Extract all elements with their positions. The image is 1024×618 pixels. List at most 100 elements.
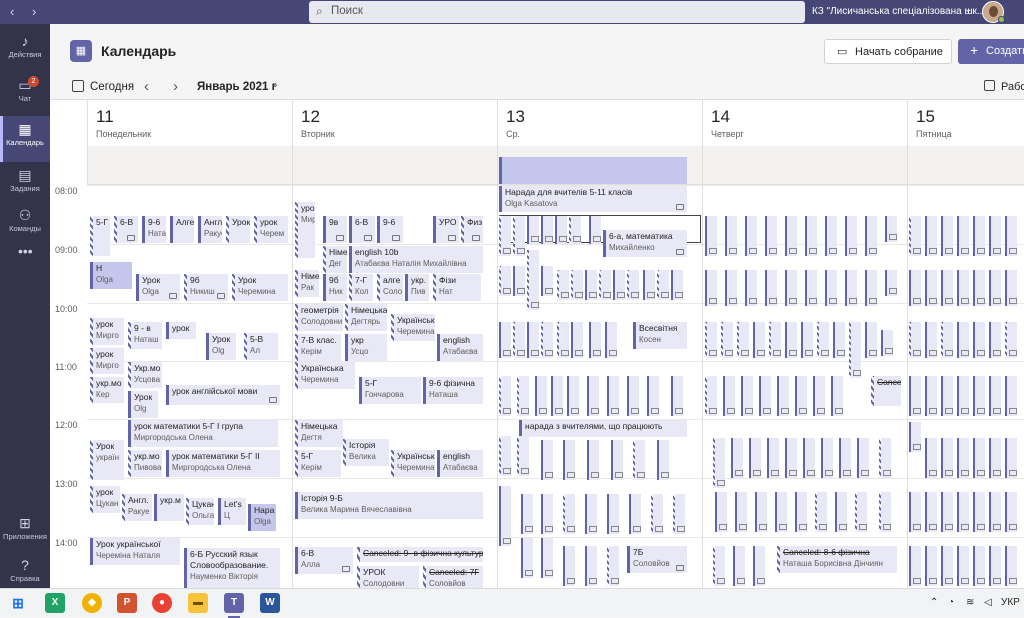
calendar-event[interactable] [835,492,847,532]
calendar-event[interactable]: Історія Велика [343,439,389,466]
file-explorer-icon[interactable]: ▬ [188,593,208,613]
calendar-event[interactable]: Англ. Ракуе [198,216,222,243]
calendar-event[interactable]: english Атабаєва [437,334,483,361]
calendar-event[interactable] [759,376,771,416]
calendar-event[interactable] [973,322,985,358]
calendar-event[interactable] [1005,546,1017,586]
calendar-event[interactable] [821,438,833,478]
calendar-event[interactable] [989,376,1001,416]
calendar-event[interactable] [909,270,921,306]
calendar-event[interactable]: Українська Черемина [295,362,355,389]
calendar-event[interactable] [749,438,761,478]
calendar-event[interactable]: 6-Б Русский язык Словообразование. Науменк… [184,548,280,588]
calendar-event[interactable]: english 10b Атабаєва Наталія Михайлівна [349,246,483,273]
calendar-event[interactable] [1005,216,1017,256]
calendar-event[interactable]: 5-Г Керім [295,450,341,477]
calendar-event[interactable] [805,216,817,256]
calendar-event[interactable]: Нара Olga [248,504,276,531]
calendar-event[interactable] [627,270,639,300]
calendar-event[interactable] [957,216,969,256]
calendar-event[interactable] [541,322,553,358]
calendar-event[interactable]: урок математики 5-Г І група Миргородська … [128,420,278,447]
calendar-event[interactable] [801,322,813,358]
calendar-event[interactable]: 7-В клас. Керім [295,334,341,361]
calendar-event[interactable] [713,546,725,586]
calendar-event[interactable]: Нарада для вчителів 5-11 класів Olga Kasa… [499,186,687,212]
calendar-event[interactable]: алге Соло [377,274,403,301]
calendar-event[interactable] [741,376,753,416]
start-meeting-button[interactable]: ▭ Начать собрание [824,39,952,64]
calendar-event[interactable] [909,492,921,532]
calendar-event[interactable]: Історія 9-Б Велика Марина Вячеславівна [295,492,483,519]
calendar-event[interactable] [521,494,533,534]
calendar-event[interactable] [541,440,553,480]
calendar-event[interactable] [845,216,857,256]
calendar-event[interactable] [989,546,1001,586]
calendar-event[interactable] [957,376,969,416]
calendar-event[interactable] [817,322,829,358]
calendar-event[interactable]: укр Усцо [345,334,387,361]
calendar-event[interactable] [745,216,757,256]
wifi-icon[interactable]: ≋ [966,597,974,608]
calendar-event[interactable] [1005,270,1017,306]
calendar-event[interactable] [941,438,953,478]
calendar-event[interactable] [627,376,639,416]
start-icon[interactable]: ⊞ [8,593,28,613]
calendar-event[interactable]: укр.мо Пивова [128,450,162,477]
calendar-event[interactable]: Canceled: 8-6 фізична Наташа Борисівна Ді… [777,546,897,573]
calendar-event[interactable] [671,376,683,416]
today-button[interactable]: Сегодня [90,81,134,93]
calendar-event[interactable] [805,270,817,306]
calendar-event[interactable]: 9-6 Ната [142,216,166,243]
all-day-cell[interactable] [702,146,907,185]
calendar-event[interactable] [723,376,735,416]
calendar-event[interactable] [777,376,789,416]
calendar-event[interactable] [753,546,765,586]
calendar-event[interactable] [833,322,845,358]
calendar-event[interactable] [909,376,921,416]
calendar-event[interactable] [941,216,953,256]
calendar-event[interactable]: Урок [226,216,250,243]
calendar-event[interactable]: УРО [433,216,459,243]
calendar-event[interactable]: Німецька Дегтярь [345,304,387,331]
calendar-event[interactable] [613,270,625,300]
calendar-event[interactable] [825,270,837,306]
calendar-event[interactable] [587,376,599,416]
next-week-icon[interactable]: › [173,78,178,95]
calendar-event[interactable]: урок Мир [295,202,315,258]
calendar-event[interactable] [541,494,553,534]
calendar-event[interactable] [651,494,663,534]
calendar-event[interactable]: 9в [323,216,347,243]
calendar-event[interactable]: 5-Г фізи [90,216,110,256]
calendar-event[interactable] [925,438,937,478]
calendar-event[interactable]: 9 - в Наташ [128,322,162,349]
calendar-event[interactable] [535,376,547,416]
calendar-event[interactable]: урок [166,322,196,339]
calendar-event[interactable] [563,494,575,534]
rail-item-more[interactable]: ••• [0,238,50,284]
calendar-event[interactable] [1005,376,1017,416]
volume-icon[interactable]: ◁ [984,597,992,608]
calendar-event[interactable] [725,270,737,306]
calendar-event[interactable] [925,546,937,586]
calendar-event[interactable] [551,376,563,416]
all-day-event[interactable] [499,157,687,184]
day-header-fri[interactable]: 15 Пятница [907,100,1024,146]
calendar-event[interactable] [1005,438,1017,478]
calendar-event[interactable] [705,322,717,358]
calendar-event[interactable] [557,270,569,300]
calendar-event[interactable] [925,322,937,358]
calendar-event[interactable] [909,546,921,586]
calendar-event[interactable]: Алге [170,216,194,243]
all-day-cell[interactable] [87,146,292,185]
calendar-event[interactable]: нарада з вчителями, що працюють [519,420,687,437]
calendar-event[interactable] [657,270,669,300]
calendar-event[interactable]: укр. Пив [405,274,429,301]
teams-app-icon[interactable]: T [224,593,244,618]
calendar-event[interactable]: геометрія Солодовни [295,304,343,331]
calendar-event[interactable] [563,440,575,480]
calendar-event[interactable]: 9б Никиш [184,274,228,301]
rail-item-chat[interactable]: ▭ 2 Чат [0,72,50,118]
calendar-event[interactable] [527,250,539,310]
calendar-event[interactable]: 9-6 [377,216,403,243]
